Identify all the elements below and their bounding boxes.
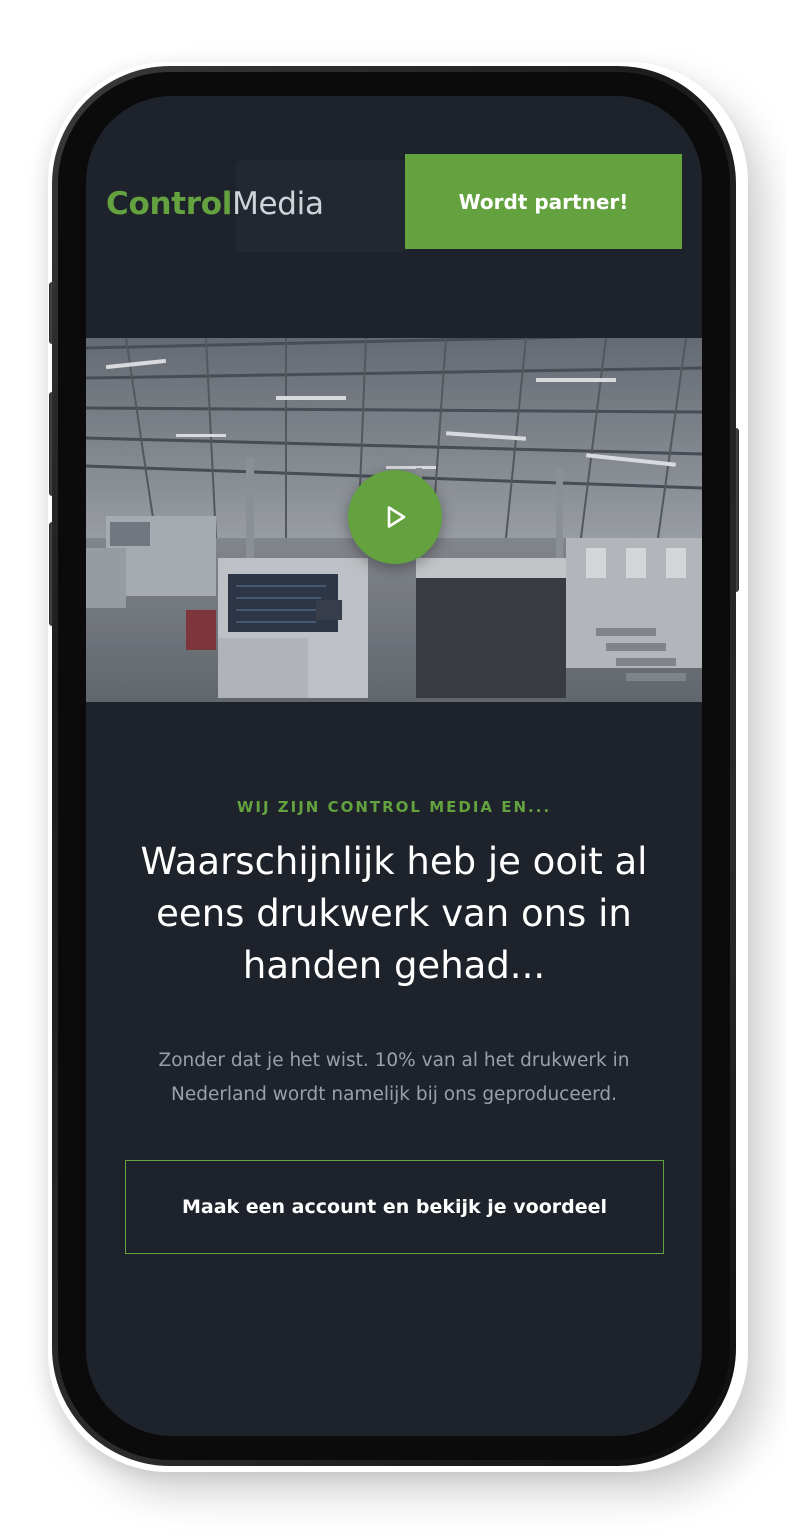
hero-body-text: Zonder dat je het wist. 10% van al het d… — [158, 1050, 630, 1105]
brand-logo[interactable]: ControlMedia — [106, 184, 324, 224]
play-icon — [387, 506, 406, 528]
section-eyebrow: WIJ ZIJN CONTROL MEDIA EN... — [236, 798, 552, 816]
play-button[interactable] — [348, 470, 442, 564]
logo-text-light: Media — [232, 186, 324, 222]
phone-screen: ControlMedia Wordt partner! WIJ ZIJN CON… — [86, 96, 702, 1436]
device-mockup: ControlMedia Wordt partner! WIJ ZIJN CON… — [0, 0, 786, 1535]
become-partner-button[interactable]: Wordt partner! — [405, 154, 682, 249]
video-player[interactable] — [86, 338, 702, 702]
create-account-button[interactable]: Maak een account en bekijk je voordeel — [125, 1160, 664, 1254]
hero-headline: Waarschijnlijk heb je ooit al eens drukw… — [140, 840, 648, 987]
logo-text-strong: Control — [106, 186, 233, 222]
